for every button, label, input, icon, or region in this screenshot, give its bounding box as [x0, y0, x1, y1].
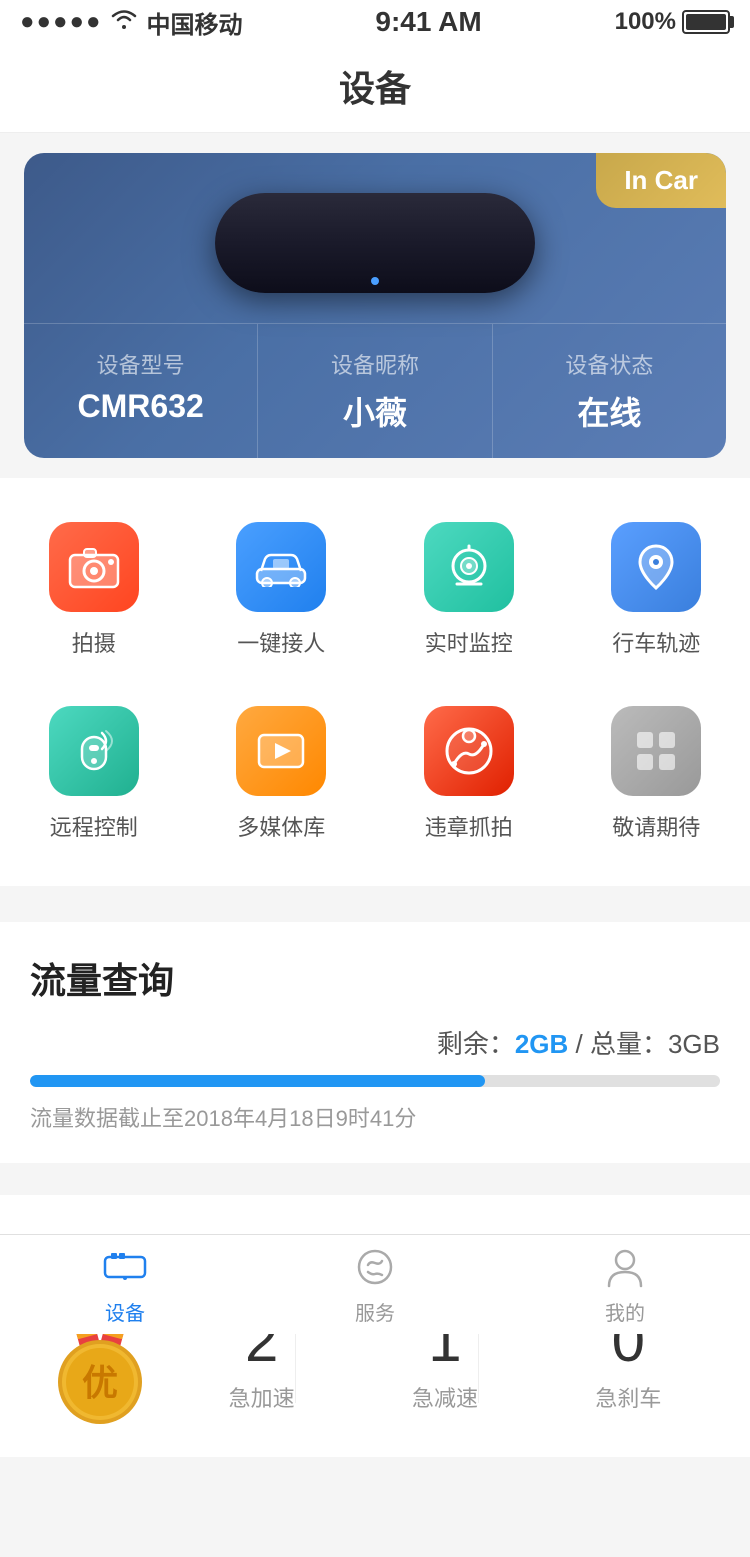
- function-item-pending[interactable]: 敬请期待: [563, 682, 750, 866]
- device-status-label: 设备状态: [503, 348, 716, 380]
- tab-mine-icon: [601, 1243, 649, 1291]
- remote-icon: [49, 706, 139, 796]
- function-item-camera[interactable]: 拍摄: [0, 498, 188, 682]
- tab-service-icon: [351, 1243, 399, 1291]
- wifi-icon: [110, 9, 138, 35]
- divider-1: [0, 906, 750, 922]
- remote-label: 远程控制: [50, 810, 138, 842]
- traffic-title: 流量查询: [30, 952, 720, 1004]
- track-label: 行车轨迹: [612, 626, 700, 658]
- function-item-media[interactable]: 多媒体库: [188, 682, 376, 866]
- device-status-item: 设备状态 在线: [493, 324, 726, 458]
- function-item-car[interactable]: 一键接人: [188, 498, 376, 682]
- function-item-monitor[interactable]: 实时监控: [375, 498, 563, 682]
- traffic-section: 流量查询 剩余：2GB / 总量：3GB 流量数据截止至2018年4月18日9时…: [0, 922, 750, 1163]
- traffic-progress-bar: [30, 1075, 720, 1087]
- status-bar: ●●●●● 中国移动 9:41 AM 100%: [0, 0, 750, 44]
- status-right: 100%: [615, 8, 730, 36]
- signal-dots: ●●●●●: [20, 8, 102, 36]
- traffic-note: 流量数据截止至2018年4月18日9时41分: [30, 1101, 720, 1133]
- function-item-violation[interactable]: 违章抓拍: [375, 682, 563, 866]
- violation-label: 违章抓拍: [425, 810, 513, 842]
- traffic-total-value: 3GB: [668, 1029, 720, 1059]
- in-car-badge: In Car: [596, 153, 726, 208]
- device-status-value: 在线: [503, 388, 716, 434]
- traffic-remain-label: 剩余：: [437, 1029, 515, 1059]
- traffic-separator: / 总量：: [568, 1029, 668, 1059]
- tab-device-label: 设备: [105, 1297, 145, 1326]
- violation-icon: [424, 706, 514, 796]
- tab-mine[interactable]: 我的: [500, 1243, 750, 1326]
- stat-label-0: 急加速: [229, 1381, 295, 1413]
- device-model-value: CMR632: [34, 388, 247, 425]
- status-left: ●●●●● 中国移动: [20, 5, 242, 40]
- tab-mine-label: 我的: [605, 1297, 645, 1326]
- car-label: 一键接人: [237, 626, 325, 658]
- function-item-remote[interactable]: 远程控制: [0, 682, 188, 866]
- monitor-label: 实时监控: [425, 626, 513, 658]
- stat-label-2: 急刹车: [595, 1381, 661, 1413]
- device-nickname-value: 小薇: [268, 388, 481, 434]
- media-icon: [236, 706, 326, 796]
- device-model-label: 设备型号: [34, 348, 247, 380]
- tab-device-icon: [101, 1243, 149, 1291]
- traffic-remain-value: 2GB: [515, 1029, 568, 1059]
- battery-icon: [682, 10, 730, 34]
- car-icon: [236, 522, 326, 612]
- divider-2: [0, 1179, 750, 1195]
- track-icon: [611, 522, 701, 612]
- tab-service[interactable]: 服务: [250, 1243, 500, 1326]
- traffic-progress-fill: [30, 1075, 485, 1087]
- pending-icon: [611, 706, 701, 796]
- traffic-info: 剩余：2GB / 总量：3GB: [30, 1024, 720, 1061]
- device-info-row: 设备型号 CMR632 设备昵称 小薇 设备状态 在线: [24, 323, 726, 458]
- device-mirror-image: [215, 193, 535, 293]
- monitor-icon: [424, 522, 514, 612]
- status-time: 9:41 AM: [375, 6, 481, 38]
- tab-device[interactable]: 设备: [0, 1243, 250, 1326]
- media-label: 多媒体库: [237, 810, 325, 842]
- device-nickname-item: 设备昵称 小薇: [258, 324, 492, 458]
- battery-percent: 100%: [615, 8, 676, 36]
- stat-label-1: 急减速: [412, 1381, 478, 1413]
- function-item-track[interactable]: 行车轨迹: [563, 498, 750, 682]
- device-model-item: 设备型号 CMR632: [24, 324, 258, 458]
- tab-bar: 设备 服务 我的: [0, 1234, 750, 1334]
- function-grid: 拍摄 一键接人 实时监控 行车轨迹 远程控制 多媒体库 违章抓拍 敬请期: [0, 478, 750, 886]
- svg-text:优: 优: [82, 1362, 118, 1403]
- camera-label: 拍摄: [72, 626, 116, 658]
- pending-label: 敬请期待: [612, 810, 700, 842]
- page-header: 设备: [0, 44, 750, 133]
- tab-service-label: 服务: [355, 1297, 395, 1326]
- carrier-name: 中国移动: [146, 5, 242, 40]
- device-card: In Car 设备型号 CMR632 设备昵称 小薇 设备状态 在线: [24, 153, 726, 458]
- camera-icon: [49, 522, 139, 612]
- page-title: 设备: [339, 68, 411, 109]
- device-nickname-label: 设备昵称: [268, 348, 481, 380]
